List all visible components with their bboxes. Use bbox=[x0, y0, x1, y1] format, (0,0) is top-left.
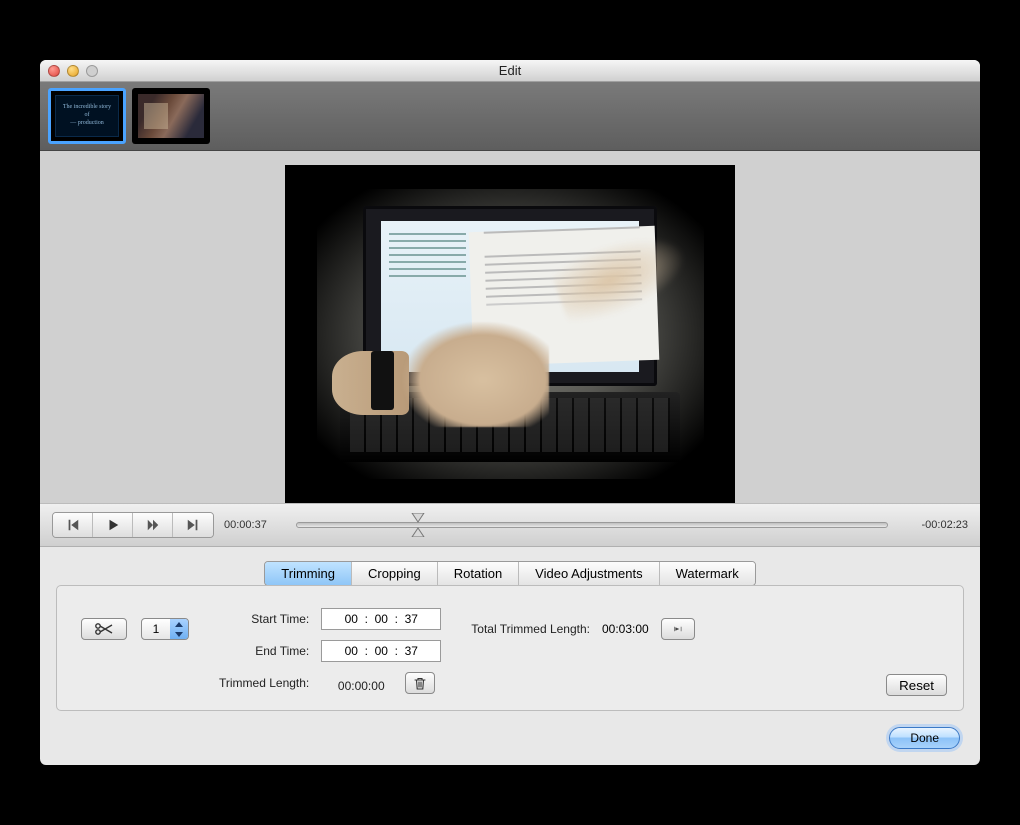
total-trimmed-value: 00:03:00 bbox=[602, 622, 649, 636]
segment-stepper[interactable]: 1 bbox=[141, 618, 189, 640]
preview-frame-content bbox=[317, 189, 704, 480]
minimize-window-button[interactable] bbox=[67, 65, 79, 77]
done-button[interactable]: Done bbox=[889, 727, 960, 749]
end-time-label: End Time: bbox=[219, 644, 309, 658]
dialog-footer: Done bbox=[40, 721, 980, 765]
close-window-button[interactable] bbox=[48, 65, 60, 77]
thumbnail-caption: The incredible storyof— production bbox=[63, 104, 111, 127]
skip-end-button[interactable] bbox=[173, 513, 213, 537]
cut-button[interactable] bbox=[81, 618, 127, 640]
clip-thumbnail-2[interactable] bbox=[132, 88, 210, 144]
trimmed-length-value: 00:00:00 bbox=[321, 679, 401, 693]
delete-segment-button[interactable] bbox=[405, 672, 435, 694]
preview-trim-button[interactable] bbox=[661, 618, 695, 640]
edit-tabs: Trimming Cropping Rotation Video Adjustm… bbox=[40, 547, 980, 586]
window-controls bbox=[48, 65, 98, 77]
zoom-window-button[interactable] bbox=[86, 65, 98, 77]
clip-thumbnail-1[interactable]: The incredible storyof— production bbox=[48, 88, 126, 144]
transport-controls bbox=[52, 512, 214, 538]
tab-rotation[interactable]: Rotation bbox=[438, 562, 519, 585]
video-preview-area: 00:00:37 -00:02:23 bbox=[40, 151, 980, 547]
end-time-input[interactable] bbox=[321, 640, 441, 662]
tab-video-adjustments[interactable]: Video Adjustments bbox=[519, 562, 659, 585]
play-range-icon bbox=[674, 623, 682, 635]
tab-cropping[interactable]: Cropping bbox=[352, 562, 438, 585]
stepper-down-icon[interactable] bbox=[170, 629, 188, 639]
remaining-time-label: -00:02:23 bbox=[898, 519, 968, 531]
playhead-marker[interactable] bbox=[407, 513, 429, 537]
trimming-panel: 1 Start Time: End Time: Trimmed Length: … bbox=[56, 585, 964, 711]
playback-bar: 00:00:37 -00:02:23 bbox=[40, 503, 980, 547]
start-time-label: Start Time: bbox=[219, 612, 309, 626]
fast-forward-button[interactable] bbox=[133, 513, 173, 537]
clip-thumbnail-strip: The incredible storyof— production bbox=[40, 82, 980, 151]
total-trimmed-label: Total Trimmed Length: bbox=[471, 622, 590, 636]
segment-value: 1 bbox=[142, 619, 170, 639]
titlebar: Edit bbox=[40, 60, 980, 82]
trash-icon bbox=[414, 677, 426, 690]
skip-start-button[interactable] bbox=[53, 513, 93, 537]
edit-window: Edit The incredible storyof— production bbox=[40, 60, 980, 765]
stepper-up-icon[interactable] bbox=[170, 619, 188, 629]
window-title: Edit bbox=[40, 63, 980, 78]
tab-watermark[interactable]: Watermark bbox=[660, 562, 755, 585]
current-time-label: 00:00:37 bbox=[224, 519, 286, 531]
video-preview[interactable] bbox=[285, 165, 735, 503]
playhead-slider[interactable] bbox=[296, 515, 888, 535]
start-time-input[interactable] bbox=[321, 608, 441, 630]
reset-button[interactable]: Reset bbox=[886, 674, 947, 696]
tab-trimming[interactable]: Trimming bbox=[265, 562, 352, 585]
scissors-icon bbox=[94, 623, 114, 635]
trimmed-length-label: Trimmed Length: bbox=[219, 676, 309, 690]
play-button[interactable] bbox=[93, 513, 133, 537]
